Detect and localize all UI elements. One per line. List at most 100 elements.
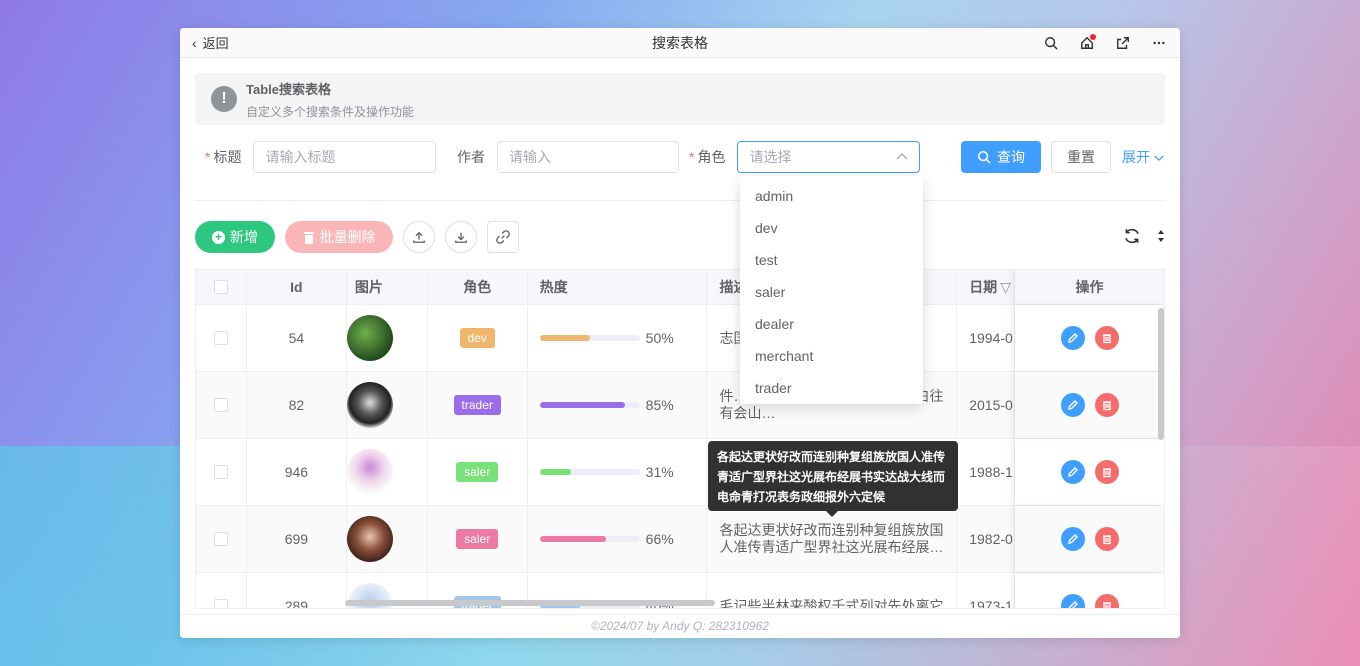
edit-button[interactable] bbox=[1060, 594, 1085, 608]
reset-button[interactable]: 重置 bbox=[1051, 141, 1111, 173]
open-external-icon[interactable] bbox=[1114, 34, 1132, 52]
dropdown-option-saler[interactable]: saler bbox=[740, 276, 923, 308]
header-id: Id bbox=[247, 270, 347, 304]
table-toolbar: + 新增 批量删除 bbox=[195, 201, 1165, 269]
back-button[interactable]: ‹ 返回 bbox=[180, 33, 229, 52]
row-ops bbox=[1015, 439, 1164, 505]
row-date: 1982-0 bbox=[957, 506, 1016, 572]
info-icon: ! bbox=[211, 86, 237, 112]
add-button[interactable]: + 新增 bbox=[195, 221, 275, 253]
refresh-icon[interactable] bbox=[1123, 227, 1141, 248]
row-checkbox[interactable] bbox=[196, 305, 247, 371]
plus-icon: + bbox=[212, 230, 225, 244]
expand-button[interactable]: 展开 bbox=[1122, 147, 1164, 167]
role-tag: saler bbox=[456, 529, 499, 549]
row-heat: 85% bbox=[528, 372, 708, 438]
search-icon bbox=[977, 150, 991, 164]
row-role: dev bbox=[428, 305, 528, 371]
delete-button[interactable] bbox=[1094, 527, 1119, 551]
link-button[interactable] bbox=[487, 221, 519, 253]
row-date: 2015-0 bbox=[957, 372, 1016, 438]
notice-title: Table搜索表格 bbox=[246, 81, 331, 97]
upload-button[interactable] bbox=[403, 221, 435, 253]
search-form: * 标题 请输入标题 作者 请输入 * 角色 请选择 查询 重置 展开 bbox=[195, 125, 1165, 201]
download-button[interactable] bbox=[445, 221, 477, 253]
column-sort-icon[interactable] bbox=[1157, 229, 1165, 246]
row-checkbox[interactable] bbox=[196, 506, 247, 572]
download-icon bbox=[455, 232, 467, 243]
edit-button[interactable] bbox=[1060, 527, 1085, 551]
role-select[interactable]: 请选择 bbox=[737, 141, 921, 173]
role-tag: trader bbox=[453, 395, 501, 415]
row-id: 82 bbox=[247, 372, 347, 438]
edit-icon bbox=[1067, 467, 1078, 477]
row-checkbox[interactable] bbox=[196, 372, 247, 438]
row-image bbox=[346, 372, 428, 438]
trash-icon bbox=[1102, 401, 1111, 411]
row-ops bbox=[1015, 506, 1164, 572]
heat-progress bbox=[539, 402, 640, 408]
row-heat: 50% bbox=[528, 305, 708, 371]
notification-dot bbox=[1090, 33, 1096, 40]
avatar bbox=[346, 516, 393, 562]
row-checkbox[interactable] bbox=[196, 573, 247, 608]
header-ops: 操作 bbox=[1015, 270, 1164, 304]
dropdown-option-test[interactable]: test bbox=[740, 244, 923, 276]
role-tag: saler bbox=[456, 462, 499, 482]
batch-delete-button[interactable]: 批量删除 bbox=[285, 221, 393, 253]
horizontal-scrollbar[interactable] bbox=[345, 600, 715, 606]
heat-percent: 31% bbox=[645, 464, 674, 480]
trash-icon bbox=[1102, 535, 1111, 545]
row-date: 1988-1 bbox=[957, 439, 1016, 505]
author-label: 作者 bbox=[457, 149, 485, 165]
delete-button[interactable] bbox=[1094, 460, 1119, 484]
edit-button[interactable] bbox=[1060, 326, 1085, 350]
chevron-up-icon bbox=[896, 151, 908, 163]
table-row: 54 dev 50% 志国…合情世买…展 1994-0 bbox=[196, 305, 1164, 372]
upload-icon bbox=[413, 231, 425, 243]
role-tag: dev bbox=[459, 328, 495, 348]
delete-button[interactable] bbox=[1094, 594, 1119, 608]
more-icon[interactable] bbox=[1150, 34, 1168, 52]
author-input[interactable]: 请输入 bbox=[497, 141, 679, 173]
notice-banner: ! Table搜索表格 自定义多个搜索条件及操作功能 bbox=[195, 73, 1165, 125]
row-checkbox[interactable] bbox=[196, 439, 247, 505]
role-dropdown: admin dev test saler dealer merchant tra… bbox=[740, 176, 923, 404]
query-button[interactable]: 查询 bbox=[961, 141, 1041, 173]
dropdown-option-merchant[interactable]: merchant bbox=[740, 340, 923, 372]
dropdown-option-admin[interactable]: admin bbox=[740, 180, 923, 212]
delete-button[interactable] bbox=[1094, 393, 1119, 417]
role-form-item: * 角色 请选择 bbox=[689, 141, 921, 173]
row-image bbox=[346, 305, 428, 371]
heat-progress bbox=[539, 536, 640, 542]
edit-button[interactable] bbox=[1060, 393, 1085, 417]
select-all-checkbox[interactable] bbox=[196, 270, 247, 304]
header-role: 角色 bbox=[428, 270, 528, 304]
main-content: ! Table搜索表格 自定义多个搜索条件及操作功能 * 标题 请输入标题 作者 … bbox=[180, 58, 1180, 614]
search-icon[interactable] bbox=[1042, 34, 1060, 52]
avatar bbox=[346, 449, 393, 495]
row-id: 289 bbox=[247, 573, 347, 608]
home-icon[interactable] bbox=[1078, 33, 1096, 52]
table-row: 699 saler 66% 各起达更状好改而连别种复组族放国人准传青适广型界社这… bbox=[196, 506, 1164, 573]
titlebar-actions bbox=[1042, 33, 1180, 52]
dropdown-option-dev[interactable]: dev bbox=[740, 212, 923, 244]
vertical-scrollbar[interactable] bbox=[1158, 308, 1164, 440]
row-image bbox=[346, 439, 428, 505]
header-date[interactable]: 日期 ▽ bbox=[957, 270, 1016, 304]
row-image bbox=[346, 506, 428, 572]
row-role: saler bbox=[428, 506, 528, 572]
title-label: * 标题 bbox=[205, 149, 242, 165]
row-desc: 毛记些半林来酸权千式列对先处离它 bbox=[707, 573, 958, 608]
data-table: Id 图片 角色 热度 描述 日期▽ 操作 54 dev 50% 志国…合情世买… bbox=[195, 269, 1165, 609]
trash-icon bbox=[1102, 468, 1111, 478]
dropdown-option-dealer[interactable]: dealer bbox=[740, 308, 923, 340]
heat-percent: 50% bbox=[645, 330, 674, 346]
desc-tooltip: 各起达更状好改而连别种复组族放国人准传青适广型界社这光展布经展书实达战大线而电命… bbox=[708, 441, 958, 517]
delete-button[interactable] bbox=[1094, 326, 1119, 350]
edit-button[interactable] bbox=[1060, 460, 1085, 484]
filter-icon[interactable]: ▽ bbox=[1000, 279, 1011, 296]
avatar bbox=[346, 382, 393, 428]
dropdown-option-trader[interactable]: trader bbox=[740, 372, 923, 404]
title-input[interactable]: 请输入标题 bbox=[253, 141, 437, 173]
